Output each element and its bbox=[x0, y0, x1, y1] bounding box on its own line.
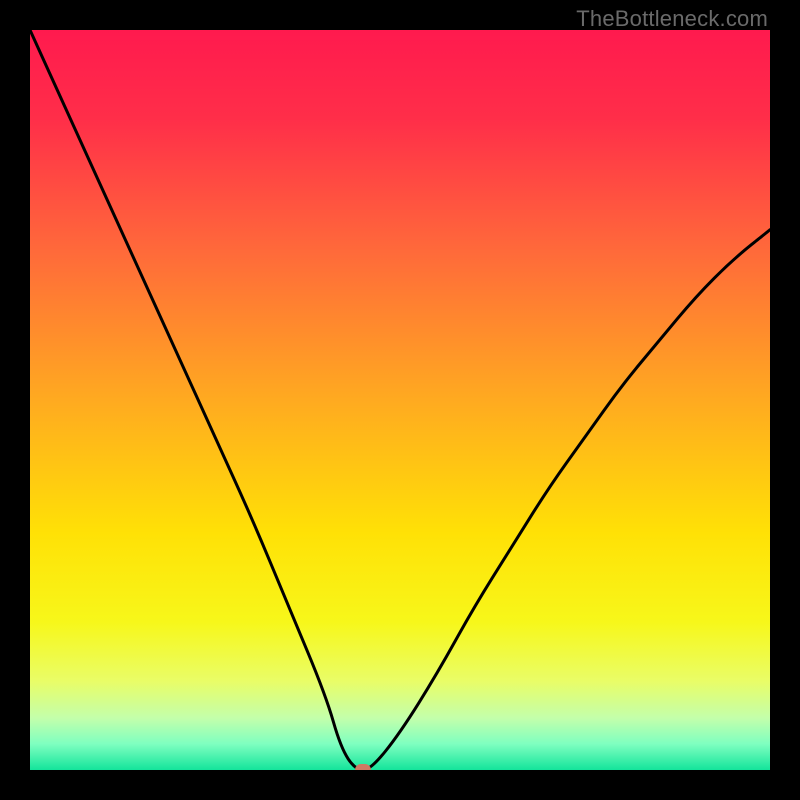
watermark-text: TheBottleneck.com bbox=[576, 6, 768, 32]
curve-layer bbox=[30, 30, 770, 770]
bottleneck-curve bbox=[30, 30, 770, 770]
plot-area bbox=[30, 30, 770, 770]
chart-frame: TheBottleneck.com bbox=[0, 0, 800, 800]
optimal-marker bbox=[355, 764, 371, 770]
